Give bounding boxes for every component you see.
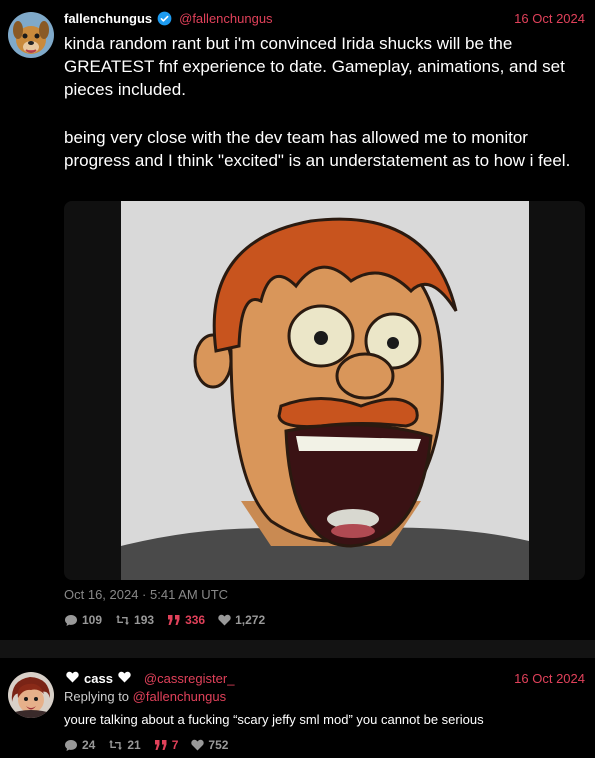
reply-count: 24 (82, 738, 96, 752)
quote-icon (154, 739, 168, 751)
like-count: 752 (208, 738, 229, 752)
retweet-count: 193 (134, 613, 155, 627)
display-name[interactable]: fallenchungus (64, 11, 152, 26)
verified-badge-icon (157, 11, 172, 26)
replying-to-mention[interactable]: @fallenchungus (133, 689, 226, 704)
quote-stat[interactable]: 7 (154, 738, 179, 752)
reply-display-name[interactable]: cass (84, 671, 113, 686)
retweet-icon (115, 614, 130, 626)
heart-icon (118, 671, 131, 686)
heart-icon (66, 671, 79, 686)
replying-prefix: Replying to (64, 689, 130, 704)
like-stat[interactable]: 752 (191, 738, 228, 752)
reply-text: youre talking about a fucking “scary jef… (64, 712, 484, 727)
tweet-text-paragraph-2: being very close with the dev team has a… (64, 128, 571, 170)
reply-bubble-icon (64, 739, 78, 752)
like-stat[interactable]: 1,272 (218, 613, 265, 627)
reply-handle[interactable]: @cassregister_ (144, 671, 235, 686)
reply-stat[interactable]: 109 (64, 613, 102, 627)
cartoon-face-image (121, 201, 529, 580)
quote-count: 336 (185, 613, 206, 627)
author-row: fallenchungus @fallenchungus (64, 11, 273, 26)
like-count: 1,272 (235, 613, 266, 627)
handle[interactable]: @fallenchungus (179, 11, 272, 26)
retweet-stat[interactable]: 21 (108, 738, 141, 752)
thread-separator (0, 640, 595, 658)
reply-bubble-icon (64, 614, 78, 627)
retweet-count: 21 (127, 738, 141, 752)
heart-icon (218, 614, 231, 626)
avatar-fallenchungus[interactable] (8, 12, 54, 58)
tweet-image[interactable] (64, 201, 585, 580)
reply-date[interactable]: 16 Oct 2024 (514, 671, 585, 686)
replying-to-line: Replying to @fallenchungus (64, 689, 226, 704)
heart-icon (191, 739, 205, 751)
tweet-stats: 109 193 336 1,272 (64, 613, 265, 627)
tweet-timestamp[interactable]: Oct 16, 2024 · 5:41 AM UTC (64, 587, 228, 602)
reply-stat[interactable]: 24 (64, 738, 95, 752)
quote-count: 7 (171, 738, 179, 752)
avatar-cass[interactable] (8, 672, 54, 718)
quote-stat[interactable]: 336 (167, 613, 205, 627)
quote-icon (167, 614, 181, 626)
reply-author-row: cass @cassregister_ (66, 671, 234, 686)
reply-stats: 24 21 7 752 (64, 738, 228, 752)
tweet-text-paragraph-1: kinda random rant but i'm convinced Irid… (64, 34, 570, 99)
retweet-stat[interactable]: 193 (115, 613, 154, 627)
reply-count: 109 (82, 613, 103, 627)
main-tweet: fallenchungus @fallenchungus 16 Oct 2024… (0, 0, 595, 640)
retweet-icon (108, 739, 123, 751)
tweet-date[interactable]: 16 Oct 2024 (514, 11, 585, 26)
